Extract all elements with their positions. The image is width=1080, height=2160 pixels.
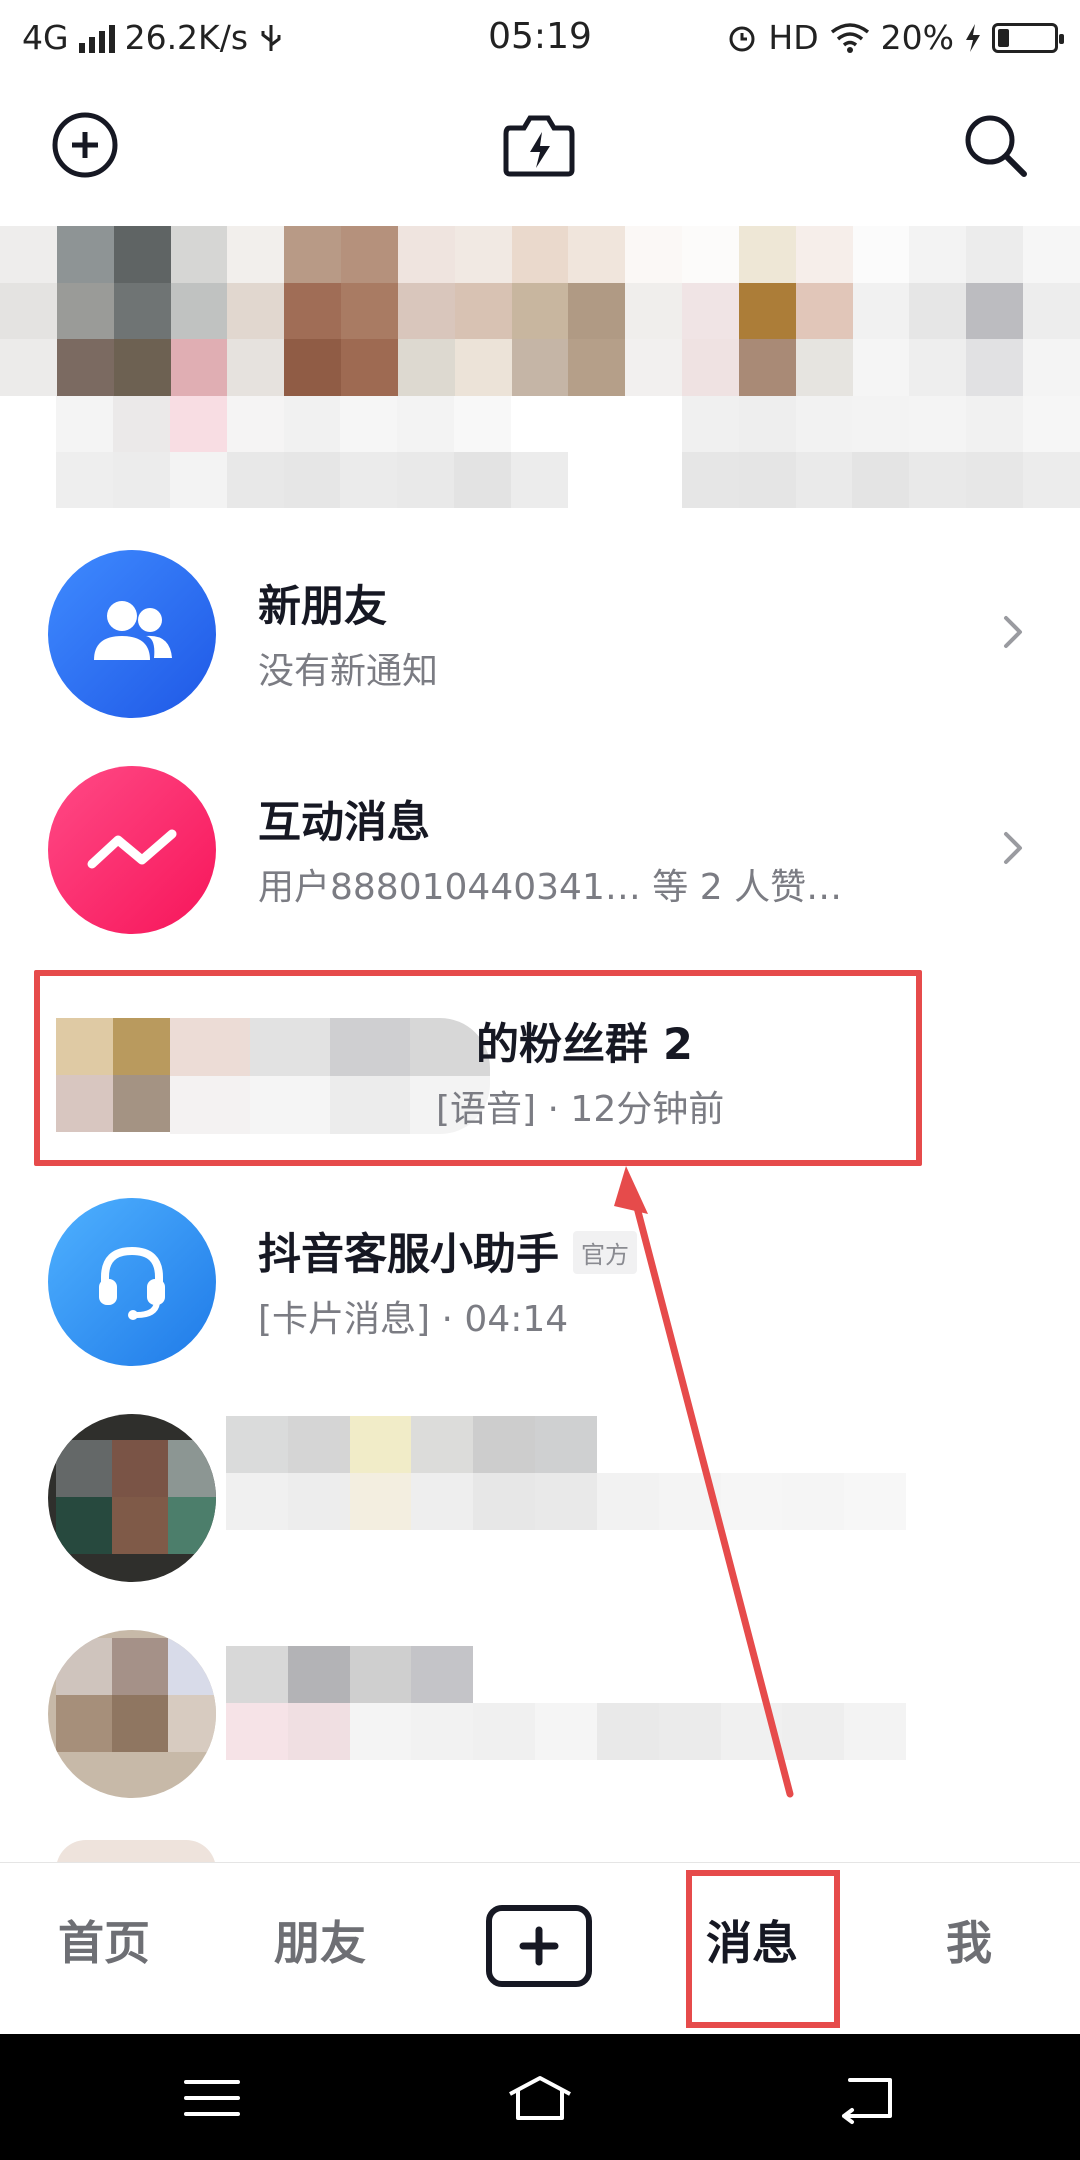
home-icon[interactable] xyxy=(500,2070,580,2126)
nav-friends[interactable]: 朋友 xyxy=(274,1907,366,1973)
system-nav-bar xyxy=(0,2034,1080,2160)
menu-icon[interactable] xyxy=(172,2070,252,2126)
bottom-nav: 首页 朋友 消息 我 xyxy=(0,1862,1080,2035)
annotation-arrow xyxy=(614,1166,794,1798)
nav-create-button[interactable] xyxy=(486,1905,592,1987)
back-icon[interactable] xyxy=(828,2070,908,2126)
nav-highlight-box xyxy=(686,1870,840,2028)
nav-me[interactable]: 我 xyxy=(946,1907,992,1973)
plus-icon xyxy=(519,1926,559,1966)
nav-home[interactable]: 首页 xyxy=(58,1907,150,1973)
